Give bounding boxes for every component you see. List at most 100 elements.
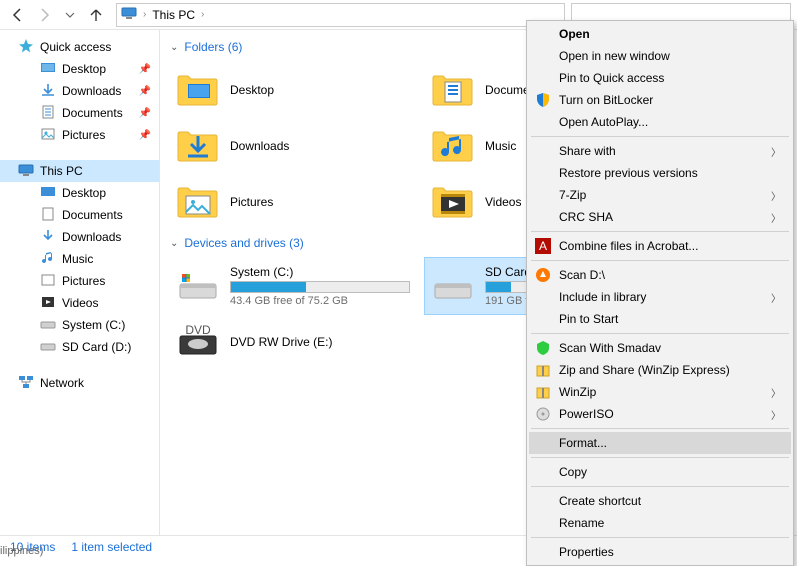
context-menu-item[interactable]: Share with〉: [529, 140, 791, 162]
folder-icon: [431, 126, 475, 166]
downloads-icon: [40, 82, 56, 101]
context-menu-label: PowerISO: [559, 407, 614, 421]
context-menu-label: Scan With Smadav: [559, 341, 661, 355]
sidebar-item-documents[interactable]: Documents 📌: [0, 102, 159, 124]
context-menu-item[interactable]: Copy: [529, 461, 791, 483]
folder-item-pictures[interactable]: Pictures: [170, 174, 425, 230]
sidebar-item-music[interactable]: Music: [0, 248, 159, 270]
sidebar-item-desktop[interactable]: Desktop 📌: [0, 58, 159, 80]
network-icon: [18, 374, 34, 393]
context-menu-item[interactable]: Rename: [529, 512, 791, 534]
capacity-bar: [230, 281, 410, 293]
context-menu-item[interactable]: Include in library〉: [529, 286, 791, 308]
chevron-right-icon: 〉: [771, 290, 781, 305]
folder-icon: [431, 70, 475, 110]
context-menu-item[interactable]: PowerISO 〉: [529, 403, 791, 425]
drive-item[interactable]: DVDDVD RW Drive (E:): [170, 314, 425, 370]
smadav-icon: [535, 340, 551, 356]
nav-back-button[interactable]: [6, 3, 30, 27]
context-menu-separator: [531, 231, 789, 232]
nav-up-button[interactable]: [84, 3, 108, 27]
context-menu-item[interactable]: CRC SHA 〉: [529, 206, 791, 228]
context-menu-label: Create shortcut: [559, 494, 641, 508]
nav-forward-button[interactable]: [32, 3, 56, 27]
sidebar-item-desktop[interactable]: Desktop: [0, 182, 159, 204]
context-menu-label: Format...: [559, 436, 607, 450]
desktop-icon: [40, 184, 56, 203]
videos-icon: [40, 294, 56, 313]
sidebar-item-quick-access[interactable]: Quick access: [0, 36, 159, 58]
context-menu-label: Zip and Share (WinZip Express): [559, 363, 730, 377]
context-menu-label: 7-Zip: [559, 188, 586, 202]
pictures-icon: [40, 272, 56, 291]
star-icon: [18, 38, 34, 57]
context-menu-separator: [531, 486, 789, 487]
context-menu-item[interactable]: Scan With Smadav: [529, 337, 791, 359]
context-menu-item[interactable]: Zip and Share (WinZip Express): [529, 359, 791, 381]
sidebar-item-pictures[interactable]: Pictures: [0, 270, 159, 292]
context-menu-item[interactable]: Open: [529, 23, 791, 45]
folder-icon: [176, 70, 220, 110]
sidebar-item-downloads[interactable]: Downloads 📌: [0, 80, 159, 102]
drive-icon: DVD: [176, 322, 220, 362]
drive-label: System (C:): [230, 265, 419, 279]
navigation-pane: Quick access Desktop 📌 Downloads 📌 Docum…: [0, 30, 160, 535]
sidebar-item-documents[interactable]: Documents: [0, 204, 159, 226]
context-menu-item[interactable]: Pin to Start: [529, 308, 791, 330]
breadcrumb[interactable]: › This PC ›: [116, 3, 565, 27]
context-menu-label: CRC SHA: [559, 210, 613, 224]
poweriso-icon: [535, 406, 551, 422]
context-menu-separator: [531, 457, 789, 458]
context-menu-separator: [531, 537, 789, 538]
sidebar-item-this-pc[interactable]: This PC: [0, 160, 159, 182]
drive-item[interactable]: System (C:)43.4 GB free of 75.2 GB: [170, 258, 425, 314]
context-menu-label: Open in new window: [559, 49, 670, 63]
context-menu-item[interactable]: Pin to Quick access: [529, 67, 791, 89]
chevron-right-icon: 〉: [771, 210, 781, 225]
context-menu-item[interactable]: Open in new window: [529, 45, 791, 67]
sidebar-item-system-c[interactable]: System (C:): [0, 314, 159, 336]
this-pc-icon: [18, 162, 34, 181]
context-menu-label: Pin to Start: [559, 312, 618, 326]
chevron-right-icon: 〉: [771, 407, 781, 422]
context-menu-item[interactable]: Properties: [529, 541, 791, 563]
acrobat-icon: A: [535, 238, 551, 254]
folder-item-desktop[interactable]: Desktop: [170, 62, 425, 118]
context-menu-item[interactable]: Scan D:\: [529, 264, 791, 286]
context-menu-item[interactable]: Turn on BitLocker: [529, 89, 791, 111]
folder-label: Pictures: [230, 195, 419, 209]
folder-label: Desktop: [230, 83, 419, 97]
pin-icon: 📌: [139, 108, 151, 119]
folder-icon: [176, 182, 220, 222]
context-menu-label: Open AutoPlay...: [559, 115, 648, 129]
status-selected-count: 1 item selected: [71, 540, 152, 554]
sidebar-item-downloads[interactable]: Downloads: [0, 226, 159, 248]
context-menu-separator: [531, 333, 789, 334]
context-menu-item[interactable]: Create shortcut: [529, 490, 791, 512]
sidebar-item-network[interactable]: Network: [0, 372, 159, 394]
drive-icon: [40, 338, 56, 357]
documents-icon: [40, 104, 56, 123]
context-menu-item[interactable]: Format...: [529, 432, 791, 454]
folder-icon: [431, 182, 475, 222]
context-menu-item[interactable]: ACombine files in Acrobat...: [529, 235, 791, 257]
sidebar-item-sd-card-d[interactable]: SD Card (D:): [0, 336, 159, 358]
chevron-right-icon: 〉: [771, 385, 781, 400]
context-menu-item[interactable]: WinZip〉: [529, 381, 791, 403]
sidebar-item-videos[interactable]: Videos: [0, 292, 159, 314]
sidebar-item-pictures[interactable]: Pictures 📌: [0, 124, 159, 146]
pin-icon: 📌: [139, 64, 151, 75]
context-menu-label: Restore previous versions: [559, 166, 698, 180]
avast-icon: [535, 267, 551, 283]
chevron-right-icon: ›: [143, 9, 146, 20]
folder-item-downloads[interactable]: Downloads: [170, 118, 425, 174]
nav-recent-dropdown[interactable]: [58, 3, 82, 27]
documents-icon: [40, 206, 56, 225]
context-menu-item[interactable]: Restore previous versions: [529, 162, 791, 184]
context-menu-item[interactable]: Open AutoPlay...: [529, 111, 791, 133]
context-menu-item[interactable]: 7-Zip〉: [529, 184, 791, 206]
pin-icon: 📌: [139, 130, 151, 141]
context-menu-separator: [531, 136, 789, 137]
context-menu-label: Turn on BitLocker: [559, 93, 653, 107]
status-corner-text: ilippines): [0, 545, 43, 557]
